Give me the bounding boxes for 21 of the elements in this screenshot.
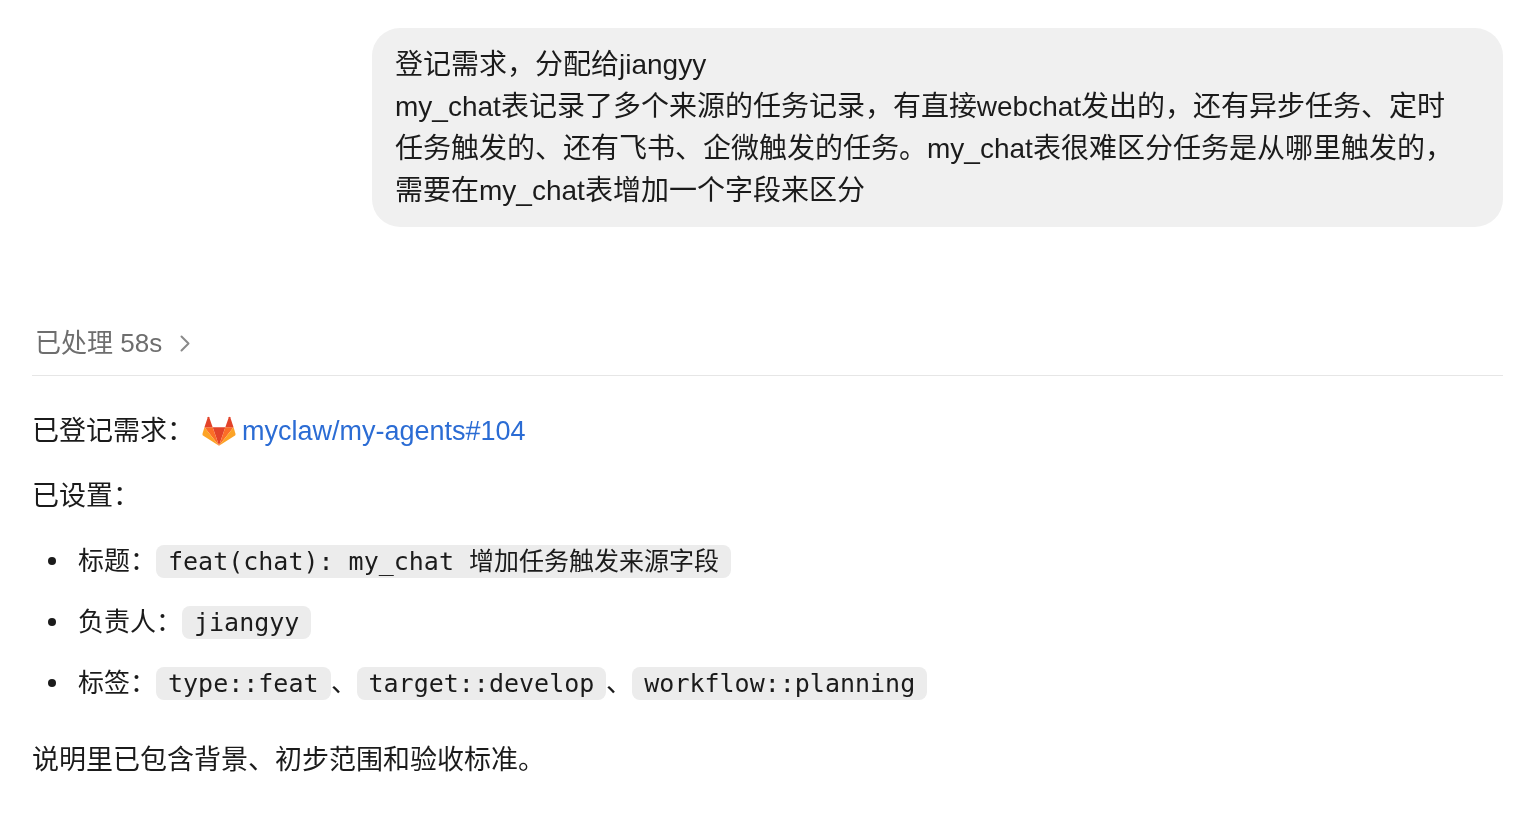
field-label: 标题： bbox=[78, 545, 156, 578]
field-label: 标签： bbox=[78, 667, 156, 700]
separator-text: 、 bbox=[606, 667, 633, 700]
fox-logo-icon bbox=[202, 415, 236, 447]
bullet-icon bbox=[48, 679, 56, 687]
inline-code: type::feat bbox=[156, 666, 331, 700]
section-heading: 已设置： bbox=[32, 480, 141, 513]
bullet-icon bbox=[48, 557, 56, 565]
summary-text: 说明里已包含背景、初步范围和验收标准。 bbox=[32, 744, 546, 777]
separator-text: 、 bbox=[330, 667, 357, 700]
message-text: my_chat表记录了多个来源的任务记录，有直接webchat发出的，还有异步任务、定时任务触发的、还有飞书、企微触发的任务。my_chat表很难区分任务是从哪里触发的，需要在my_chat表增加一个字段来区分 bbox=[395, 90, 1454, 208]
issue-link[interactable]: myclaw/my-agents#104 bbox=[242, 411, 526, 451]
bullet-icon bbox=[48, 618, 56, 626]
inline-code: feat(chat): my_chat 增加任务触发来源字段 bbox=[156, 544, 732, 578]
message-text: 登记需求，分配给jiangyy bbox=[395, 48, 708, 82]
registered-label: 已登记需求： bbox=[32, 415, 194, 448]
field-label: 负责人： bbox=[78, 606, 182, 639]
inline-code: workflow::planning bbox=[632, 666, 928, 700]
inline-code: jiangyy bbox=[182, 605, 312, 639]
inline-code: target::develop bbox=[356, 666, 607, 700]
processed-toggle[interactable]: 已处理 58s bbox=[32, 325, 191, 361]
